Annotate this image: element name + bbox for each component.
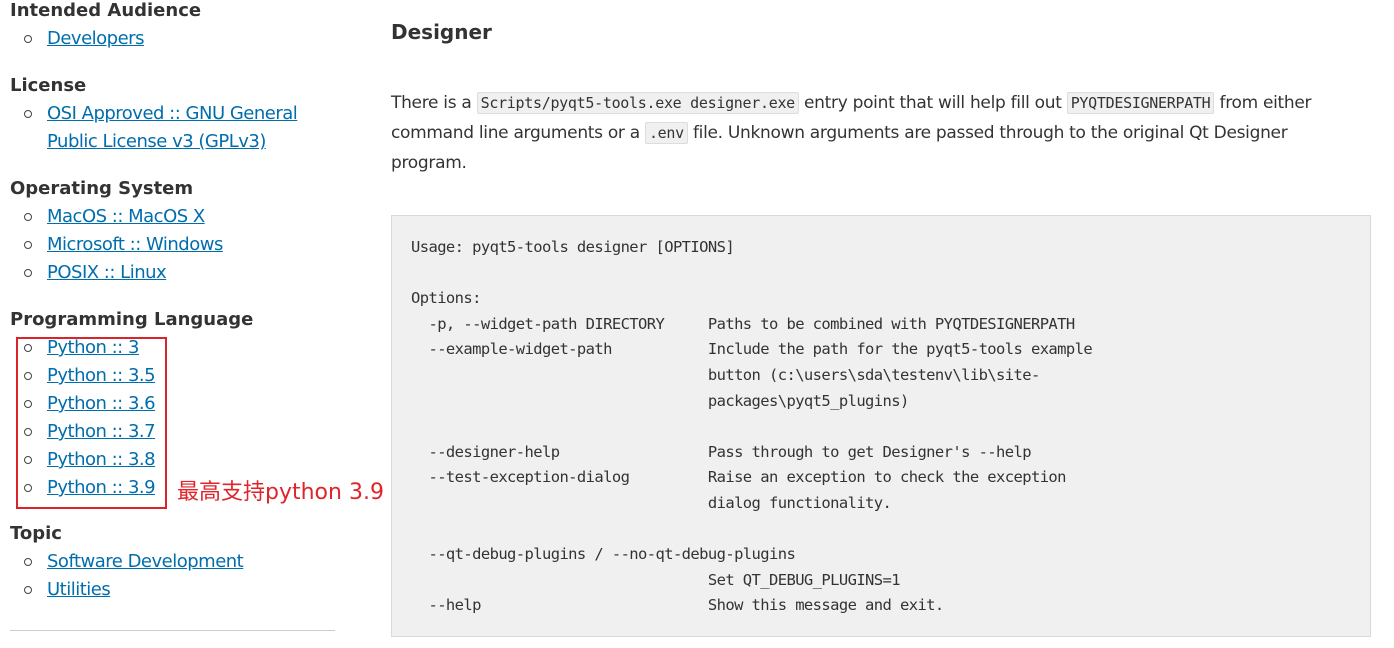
classifier-link-gpl-line-2[interactable]: Public License v3 (GPLv3): [47, 128, 266, 156]
section-title-programming-language: Programming Language: [10, 309, 254, 330]
python-versions-highlight-box: [16, 337, 167, 509]
classifier-item: OSI Approved :: GNU General: [24, 100, 298, 128]
bullet-icon: [24, 35, 32, 43]
para-text-2: entry point that will help fill out: [798, 93, 1067, 113]
bullet-icon: [24, 241, 32, 249]
classifier-item: POSIX :: Linux: [24, 259, 167, 287]
classifier-item: Developers: [24, 25, 144, 53]
bullet-icon: [24, 586, 32, 594]
classifier-item: MacOS :: MacOS X: [24, 203, 205, 231]
section-heading-designer: Designer: [391, 20, 492, 44]
inline-code-entry-point: Scripts/pyqt5-tools.exe designer.exe: [476, 92, 799, 114]
classifier-link-windows[interactable]: Microsoft :: Windows: [47, 231, 223, 259]
classifier-item-continuation: Public License v3 (GPLv3): [47, 128, 266, 156]
sidebar-divider: [10, 630, 335, 631]
inline-code-designer-path: PYQTDESIGNERPATH: [1066, 92, 1215, 114]
classifier-item: Microsoft :: Windows: [24, 231, 223, 259]
usage-text: Usage: pyqt5-tools designer [OPTIONS] Op…: [411, 238, 1093, 615]
section-title-intended-audience: Intended Audience: [10, 0, 202, 21]
classifier-link-utilities[interactable]: Utilities: [47, 576, 111, 604]
bullet-icon: [24, 213, 32, 221]
classifier-item: Utilities: [24, 576, 111, 604]
classifier-link-macos[interactable]: MacOS :: MacOS X: [47, 203, 205, 231]
section-title-license: License: [10, 75, 87, 96]
bullet-icon: [24, 269, 32, 277]
classifier-link-linux[interactable]: POSIX :: Linux: [47, 259, 167, 287]
usage-code-block[interactable]: Usage: pyqt5-tools designer [OPTIONS] Op…: [391, 215, 1371, 637]
section-title-topic: Topic: [10, 523, 62, 544]
classifier-link-gpl-line-1[interactable]: OSI Approved :: GNU General: [47, 100, 298, 128]
classifier-item: Software Development: [24, 548, 244, 576]
annotation-max-python-version: 最高支持python 3.9: [177, 480, 384, 505]
classifier-link-developers[interactable]: Developers: [47, 25, 144, 53]
designer-description: There is a Scripts/pyqt5-tools.exe desig…: [391, 88, 1366, 178]
classifier-link-software-development[interactable]: Software Development: [47, 548, 244, 576]
inline-code-env: .env: [644, 122, 688, 144]
bullet-icon: [24, 110, 32, 118]
section-title-operating-system: Operating System: [10, 178, 194, 199]
bullet-icon: [24, 558, 32, 566]
para-text-1: There is a: [391, 93, 477, 113]
